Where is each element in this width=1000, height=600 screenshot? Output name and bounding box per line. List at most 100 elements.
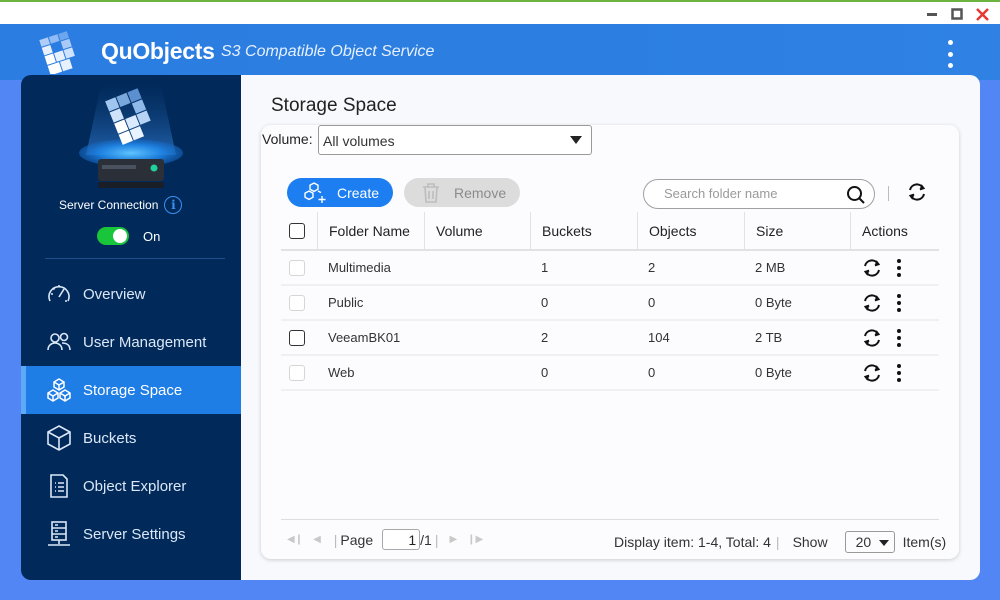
- next-page-icon[interactable]: ▶: [449, 534, 457, 545]
- folder-name: VeeamBK01: [328, 330, 401, 345]
- row-refresh-icon[interactable]: [861, 292, 883, 314]
- prev-page-icon[interactable]: ◀: [313, 534, 321, 545]
- main-panel: Storage Space Volume: All volumes Create…: [241, 75, 980, 580]
- sidebar-item-label: Overview: [83, 285, 146, 303]
- volume-selected-value: All volumes: [323, 133, 395, 149]
- folder-name: Public: [328, 295, 364, 310]
- size-cell: 2 MB: [755, 260, 786, 275]
- quobjects-logo-icon: [39, 31, 75, 74]
- trash-icon: [423, 182, 439, 203]
- table-row[interactable]: Multimedia 1 2 2 MB: [281, 251, 939, 286]
- sidebar-item-user-management[interactable]: User Management: [21, 318, 241, 366]
- toggle-state-label: On: [143, 228, 161, 244]
- page-size-select[interactable]: 20: [844, 531, 895, 553]
- create-button[interactable]: Create: [287, 178, 393, 207]
- table-row[interactable]: Web 0 0 0 Byte: [281, 356, 939, 391]
- volume-label: Volume:: [262, 131, 313, 147]
- row-more-icon[interactable]: [897, 363, 901, 382]
- connection-toggle-row: On: [97, 227, 160, 245]
- sidebar-item-label: Storage Space: [83, 381, 183, 399]
- document-list-icon: [45, 472, 73, 500]
- folders-table: Folder Name Volume Buckets Objects Size …: [281, 212, 939, 391]
- size-cell: 2 TB: [755, 330, 783, 345]
- row-checkbox[interactable]: [289, 364, 305, 381]
- items-label: Item(s): [902, 534, 947, 550]
- pager-separator: |: [434, 531, 439, 548]
- row-more-icon[interactable]: [897, 293, 901, 312]
- maximize-icon: [951, 8, 963, 20]
- table-row[interactable]: Public 0 0 0 Byte: [281, 286, 939, 321]
- sidebar-item-label: Server Settings: [83, 525, 186, 543]
- search-icon[interactable]: [846, 185, 866, 210]
- volume-select[interactable]: All volumes: [318, 125, 592, 155]
- server-icon: [45, 520, 73, 548]
- remove-label: Remove: [454, 184, 507, 201]
- server-illustration-icon: [79, 85, 183, 188]
- column-header-size[interactable]: Size: [744, 212, 850, 250]
- refresh-icon[interactable]: [906, 181, 928, 208]
- column-header-volume[interactable]: Volume: [424, 212, 530, 250]
- select-all-checkbox[interactable]: [289, 223, 305, 239]
- sidebar-item-server-settings[interactable]: Server Settings: [21, 510, 241, 558]
- close-icon: [975, 7, 989, 21]
- create-label: Create: [337, 184, 380, 201]
- cube-icon: [45, 424, 73, 452]
- size-cell: 0 Byte: [755, 295, 792, 310]
- buckets-cell: 0: [541, 295, 549, 310]
- server-connection-toggle[interactable]: [97, 227, 129, 245]
- users-icon: [45, 328, 73, 356]
- row-checkbox[interactable]: [289, 329, 305, 346]
- remove-button[interactable]: Remove: [404, 178, 520, 207]
- table-header: Folder Name Volume Buckets Objects Size …: [281, 212, 939, 251]
- pagination: ◀❙ ◀ | Page /1 | ▶ ❙▶: [287, 529, 493, 550]
- buckets-cell: 1: [541, 260, 549, 275]
- objects-cell: 0: [648, 295, 656, 310]
- maximize-button[interactable]: [945, 4, 969, 24]
- server-connection-row: Server Connection i: [59, 196, 183, 214]
- row-refresh-icon[interactable]: [861, 362, 883, 384]
- display-info: Display item: 1-4, Total: 4 | Show 20 It…: [614, 531, 946, 553]
- page-label: Page: [340, 531, 374, 548]
- column-header-actions: Actions: [850, 212, 939, 250]
- sidebar-item-label: Buckets: [83, 429, 137, 447]
- row-more-icon[interactable]: [897, 258, 901, 277]
- row-refresh-icon[interactable]: [861, 327, 883, 349]
- more-options-icon[interactable]: [940, 40, 960, 68]
- row-checkbox[interactable]: [289, 259, 305, 276]
- sidebar: Server Connection i On Overview User Man…: [21, 75, 241, 580]
- column-header-objects[interactable]: Objects: [637, 212, 744, 250]
- folder-name: Multimedia: [328, 260, 391, 275]
- pager-separator: |: [333, 531, 338, 548]
- sidebar-item-label: User Management: [83, 333, 207, 351]
- chevron-down-icon: [570, 136, 582, 144]
- column-header-buckets[interactable]: Buckets: [530, 212, 637, 250]
- sidebar-nav: Overview User Management Storage Space B…: [21, 270, 241, 558]
- display-count-text: Display item: 1-4, Total: 4: [614, 534, 771, 550]
- toolbar-separator: [888, 186, 889, 201]
- show-label: Show: [792, 534, 828, 550]
- objects-cell: 0: [648, 365, 656, 380]
- objects-cell: 2: [648, 260, 656, 275]
- last-page-icon[interactable]: ❙▶: [467, 534, 483, 545]
- sidebar-divider: [45, 258, 225, 259]
- row-checkbox[interactable]: [289, 294, 305, 311]
- sidebar-item-buckets[interactable]: Buckets: [21, 414, 241, 462]
- close-button[interactable]: [970, 4, 994, 24]
- search-input[interactable]: [664, 186, 844, 201]
- table-row[interactable]: VeeamBK01 2 104 2 TB: [281, 321, 939, 356]
- cubes-icon: [45, 376, 73, 404]
- sidebar-item-object-explorer[interactable]: Object Explorer: [21, 462, 241, 510]
- server-connection-label: Server Connection: [59, 198, 159, 212]
- sidebar-item-storage-space[interactable]: Storage Space: [21, 366, 241, 414]
- column-header-folder-name[interactable]: Folder Name: [317, 212, 424, 250]
- chevron-down-icon: [878, 540, 889, 546]
- sidebar-item-label: Object Explorer: [83, 477, 187, 495]
- row-more-icon[interactable]: [897, 328, 901, 347]
- first-page-icon[interactable]: ◀❙: [287, 534, 303, 545]
- minimize-button[interactable]: [920, 4, 944, 24]
- page-number-input[interactable]: [382, 529, 421, 550]
- sidebar-item-overview[interactable]: Overview: [21, 270, 241, 318]
- row-refresh-icon[interactable]: [861, 257, 883, 279]
- info-icon[interactable]: i: [164, 196, 183, 214]
- total-pages: /1: [420, 531, 432, 548]
